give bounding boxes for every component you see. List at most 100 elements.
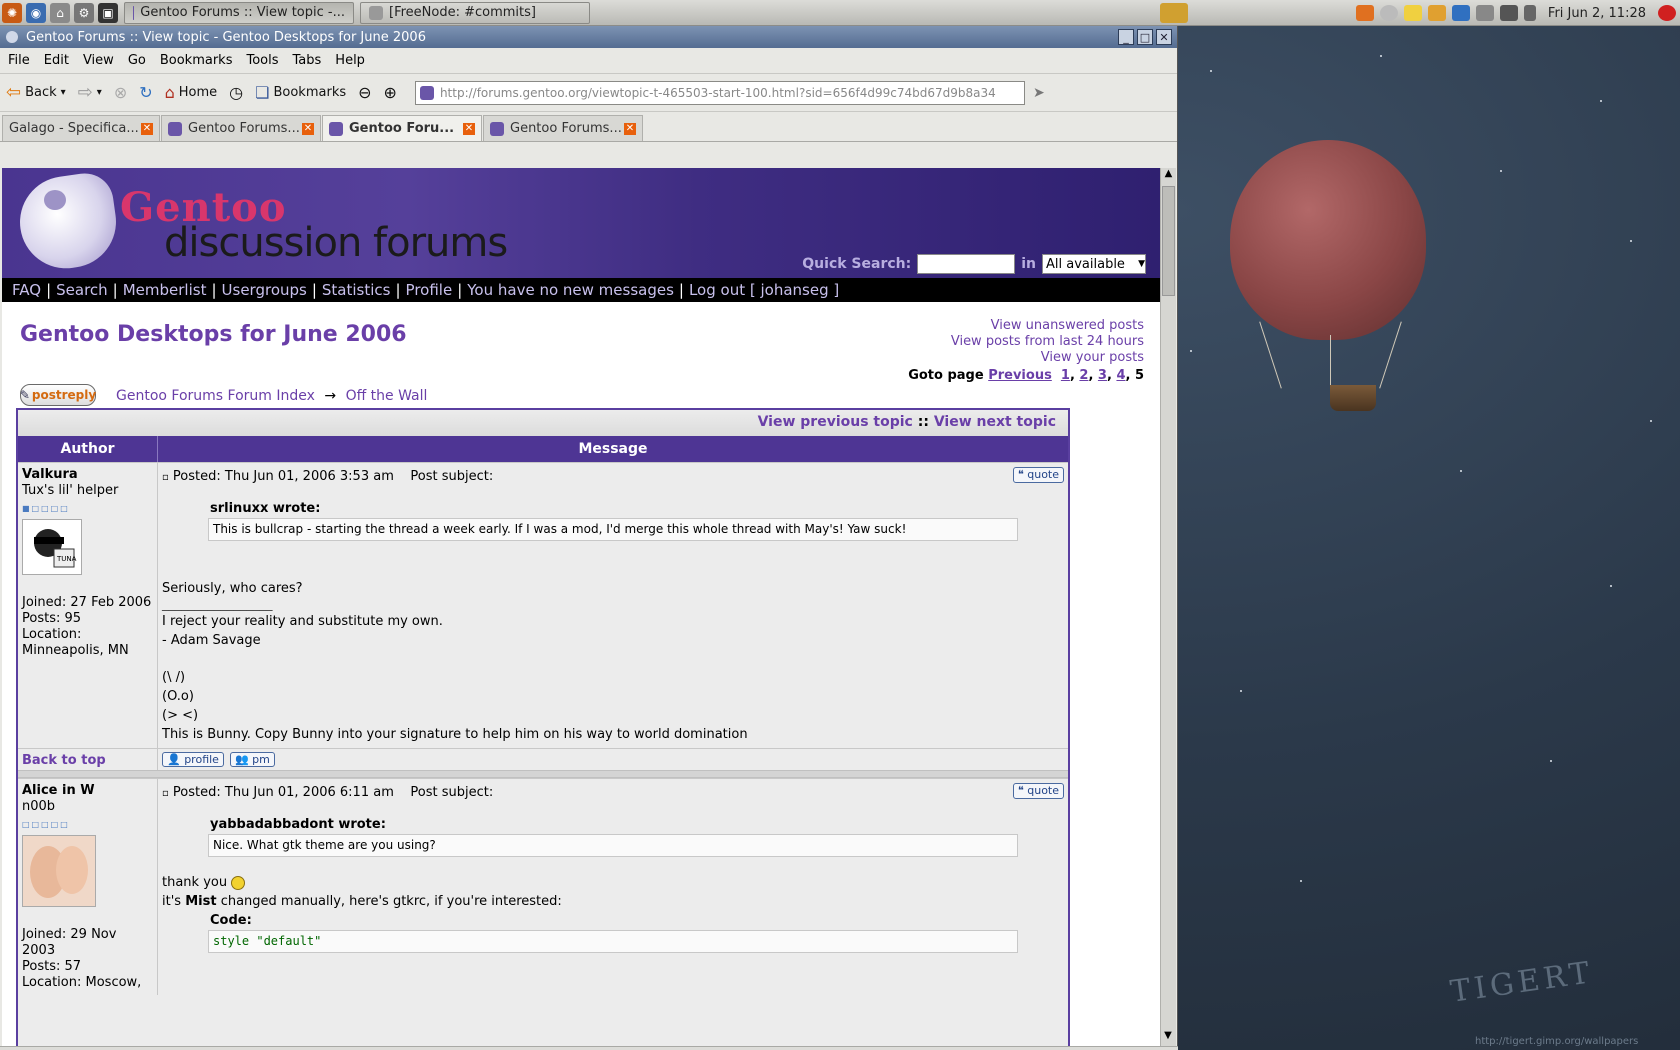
tab-gentoo-3[interactable]: Gentoo Forums... ✕	[483, 115, 643, 141]
status-icon[interactable]	[1379, 5, 1398, 21]
tab-galago[interactable]: Galago - Specifica... ✕	[2, 115, 160, 141]
network-icon[interactable]	[1499, 5, 1518, 21]
applications-menu-icon[interactable]: ✺	[2, 2, 22, 23]
scrollbar-thumb[interactable]	[1162, 186, 1175, 296]
notes-icon[interactable]	[1403, 5, 1422, 21]
back-button[interactable]: ⇦ Back ▾	[6, 82, 66, 103]
menu-bar: File Edit View Go Bookmarks Tools Tabs H…	[0, 48, 1177, 74]
reload-button[interactable]: ↻	[139, 83, 152, 102]
tab-close-icon[interactable]: ✕	[141, 122, 153, 135]
logo-eye	[44, 190, 66, 210]
taskbar-task-irc[interactable]: [FreeNode: #commits]	[360, 1, 590, 24]
chevron-down-icon[interactable]: ▾	[97, 87, 102, 98]
post-date: Posted: Thu Jun 01, 2006 6:11 am	[172, 785, 394, 800]
view-previous-topic-link[interactable]: View previous topic	[758, 414, 913, 430]
pm-button[interactable]: 👥 pm	[229, 752, 275, 767]
menu-edit[interactable]: Edit	[44, 53, 69, 68]
menu-bookmarks[interactable]: Bookmarks	[160, 53, 233, 68]
profile-label: profile	[184, 753, 219, 766]
nav-usergroups[interactable]: Usergroups	[222, 281, 307, 299]
gentoo-logo-icon[interactable]	[14, 169, 122, 275]
chevron-down-icon[interactable]: ▾	[61, 87, 66, 98]
page-link[interactable]: 1	[1061, 368, 1070, 383]
home-button[interactable]: ⌂ Home	[165, 83, 218, 102]
browser-launcher-icon[interactable]: ◉	[26, 2, 46, 23]
scroll-down-icon[interactable]: ▼	[1161, 1030, 1175, 1046]
tab-close-icon[interactable]: ✕	[624, 122, 636, 135]
maximize-icon[interactable]: □	[1137, 29, 1153, 45]
nav-memberlist[interactable]: Memberlist	[123, 281, 207, 299]
nav-logout[interactable]: Log out [ johanseg ]	[689, 281, 839, 299]
tab-close-icon[interactable]: ✕	[302, 122, 314, 135]
places-launcher-icon[interactable]: ⌂	[50, 2, 70, 23]
zoom-in-button[interactable]: ⊕	[384, 83, 397, 102]
stop-button[interactable]: ⊗	[114, 83, 127, 102]
rank-pips: □□□□□	[22, 820, 70, 829]
scroll-up-icon[interactable]: ▲	[1161, 168, 1176, 184]
tab-gentoo-active[interactable]: Gentoo Foru... ✕	[322, 115, 482, 141]
author-name[interactable]: Alice in W	[22, 783, 153, 799]
forward-button[interactable]: ⇨ ▾	[78, 82, 102, 103]
taskbar-task-browser[interactable]: Gentoo Forums :: View topic -...	[124, 1, 354, 24]
quick-search-input[interactable]	[917, 254, 1016, 274]
page-title[interactable]: Gentoo Desktops for June 2006	[20, 322, 407, 347]
window-titlebar[interactable]: Gentoo Forums :: View topic - Gentoo Des…	[0, 26, 1177, 48]
tab-close-icon[interactable]: ✕	[463, 122, 475, 135]
view-last24-link[interactable]: View posts from last 24 hours	[908, 334, 1144, 350]
minimize-icon[interactable]: _	[1118, 29, 1134, 45]
post-subject: Post subject:	[410, 785, 494, 800]
quote-button[interactable]: ❝ quote	[1012, 783, 1064, 799]
tab-gentoo-1[interactable]: Gentoo Forums... ✕	[161, 115, 321, 141]
view-unanswered-link[interactable]: View unanswered posts	[908, 318, 1144, 334]
preferences-launcher-icon[interactable]: ⚙	[74, 2, 94, 23]
bookmarks-button[interactable]: ❏ Bookmarks	[255, 83, 346, 102]
signature-line	[162, 650, 1064, 668]
nav-statistics[interactable]: Statistics	[322, 281, 391, 299]
page-scrollbar[interactable]: ▲ ▼	[1160, 168, 1176, 1046]
messenger-icon[interactable]	[1427, 5, 1446, 21]
go-icon[interactable]: ➤	[1033, 85, 1045, 101]
view-your-posts-link[interactable]: View your posts	[908, 350, 1144, 366]
quick-search: Quick Search: in All available ▼	[802, 254, 1146, 274]
clock[interactable]: Fri Jun 2, 11:28	[1548, 6, 1646, 21]
nav-search[interactable]: Search	[56, 281, 108, 299]
power-icon[interactable]	[1658, 5, 1676, 21]
bluetooth-icon[interactable]	[1451, 5, 1470, 21]
view-next-topic-link[interactable]: View next topic	[934, 414, 1056, 430]
weather-applet-icon[interactable]	[1160, 3, 1188, 23]
profile-button[interactable]: 👤 profile	[162, 752, 224, 767]
quote-button[interactable]: ❝ quote	[1012, 467, 1064, 483]
post-author-panel: Alice in W n00b □□□□□ Joined: 29 Nov 200…	[18, 779, 158, 995]
url-input[interactable]: http://forums.gentoo.org/viewtopic-t-465…	[414, 80, 1025, 105]
page-link[interactable]: 3	[1098, 368, 1107, 383]
menu-tools[interactable]: Tools	[246, 53, 278, 68]
menu-tabs[interactable]: Tabs	[293, 53, 322, 68]
nav-messages[interactable]: You have no new messages	[467, 281, 674, 299]
nav-faq[interactable]: FAQ	[12, 281, 41, 299]
zoom-out-button[interactable]: ⊖	[358, 83, 371, 102]
update-notifier-icon[interactable]	[1355, 5, 1374, 21]
author-location: Location: Minneapolis, MN	[22, 627, 129, 658]
menu-help[interactable]: Help	[335, 53, 365, 68]
author-joined: Joined: 27 Feb 2006	[22, 595, 152, 610]
volume-icon[interactable]	[1523, 5, 1536, 21]
page-link[interactable]: 4	[1116, 368, 1125, 383]
author-name[interactable]: Valkura	[22, 467, 153, 483]
history-button[interactable]: ◷	[229, 83, 243, 102]
goto-label: Goto page	[908, 368, 984, 383]
post-reply-button[interactable]: ✎ postreply	[20, 384, 96, 406]
nav-profile[interactable]: Profile	[406, 281, 453, 299]
page-previous-link[interactable]: Previous	[988, 368, 1052, 383]
page-link[interactable]: 2	[1079, 368, 1088, 383]
terminal-launcher-icon[interactable]: ▣	[98, 2, 118, 23]
menu-go[interactable]: Go	[128, 53, 146, 68]
menu-view[interactable]: View	[83, 53, 114, 68]
navigation-toolbar: ⇦ Back ▾ ⇨ ▾ ⊗ ↻ ⌂ Home ◷ ❏ Bookmarks ⊖ …	[0, 74, 1177, 112]
search-scope-select[interactable]: All available ▼	[1042, 254, 1146, 274]
breadcrumb-index-link[interactable]: Gentoo Forums Forum Index	[116, 388, 315, 404]
close-icon[interactable]: ✕	[1156, 29, 1172, 45]
menu-file[interactable]: File	[8, 53, 30, 68]
back-to-top-link[interactable]: Back to top	[18, 749, 158, 770]
mail-icon[interactable]	[1475, 5, 1494, 21]
breadcrumb-forum-link[interactable]: Off the Wall	[346, 388, 428, 404]
